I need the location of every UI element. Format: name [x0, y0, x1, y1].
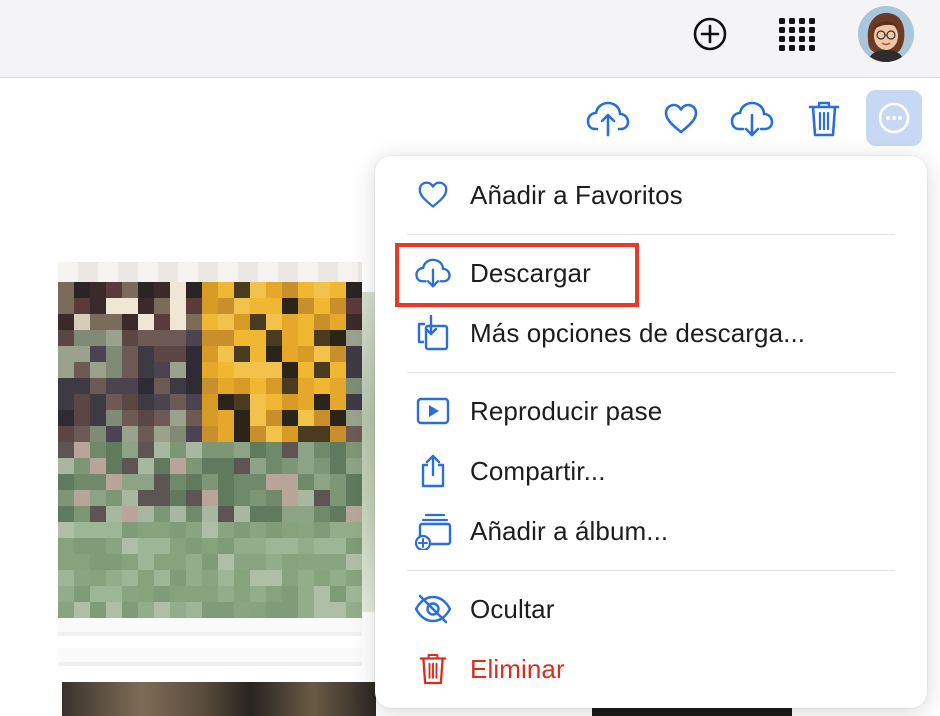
eye-slash-icon [413, 589, 453, 629]
menu-item-label: Ocultar [470, 593, 555, 624]
menu-separator [407, 570, 895, 571]
menu-item-label: Añadir a álbum... [470, 515, 669, 546]
photo-thumbnail-3[interactable] [592, 708, 792, 716]
menu-item-share[interactable]: Compartir... [375, 444, 927, 498]
menu-separator [407, 234, 895, 235]
menu-item-add-to-album[interactable]: Añadir a álbum... [375, 504, 927, 558]
highlight-box [395, 243, 639, 307]
photo-thumbnail[interactable] [58, 282, 362, 618]
menu-item-label: Reproducir pase [470, 395, 663, 426]
menu-item-label: Más opciones de descarga... [470, 317, 806, 348]
share-icon [413, 451, 453, 491]
menu-item-favorites[interactable]: Añadir a Favoritos [375, 168, 927, 222]
app-grid-icon[interactable] [776, 14, 820, 54]
more-options-menu: Añadir a Favoritos Descargar Más opcione… [375, 156, 927, 708]
more-ellipsis-icon[interactable] [866, 90, 922, 146]
photo-bottom-fade [58, 618, 362, 678]
menu-item-label: Compartir... [470, 455, 606, 486]
menu-item-slideshow[interactable]: Reproducir pase [375, 384, 927, 438]
menu-item-delete[interactable]: Eliminar [375, 642, 927, 696]
menu-item-label: Eliminar [470, 653, 565, 684]
trash-icon[interactable] [802, 96, 846, 142]
photo-top-strip [58, 262, 362, 282]
trash-icon [413, 649, 453, 689]
plus-circle-icon[interactable] [690, 14, 730, 54]
avatar[interactable] [858, 6, 914, 62]
play-slideshow-icon [413, 391, 453, 431]
menu-item-hide[interactable]: Ocultar [375, 582, 927, 636]
menu-item-label: Añadir a Favoritos [470, 179, 683, 210]
menu-item-more-download-options[interactable]: Más opciones de descarga... [375, 306, 927, 360]
add-to-album-icon [413, 511, 453, 551]
menu-separator [407, 372, 895, 373]
upload-cloud-icon[interactable] [584, 96, 632, 142]
download-cloud-icon[interactable] [728, 96, 776, 142]
photo-edge [362, 292, 376, 612]
photo-thumbnail-2[interactable] [62, 682, 376, 716]
heart-icon[interactable] [658, 96, 704, 142]
heart-outline-icon [413, 175, 453, 215]
download-options-icon [413, 313, 453, 353]
top-header-bar [0, 0, 940, 78]
